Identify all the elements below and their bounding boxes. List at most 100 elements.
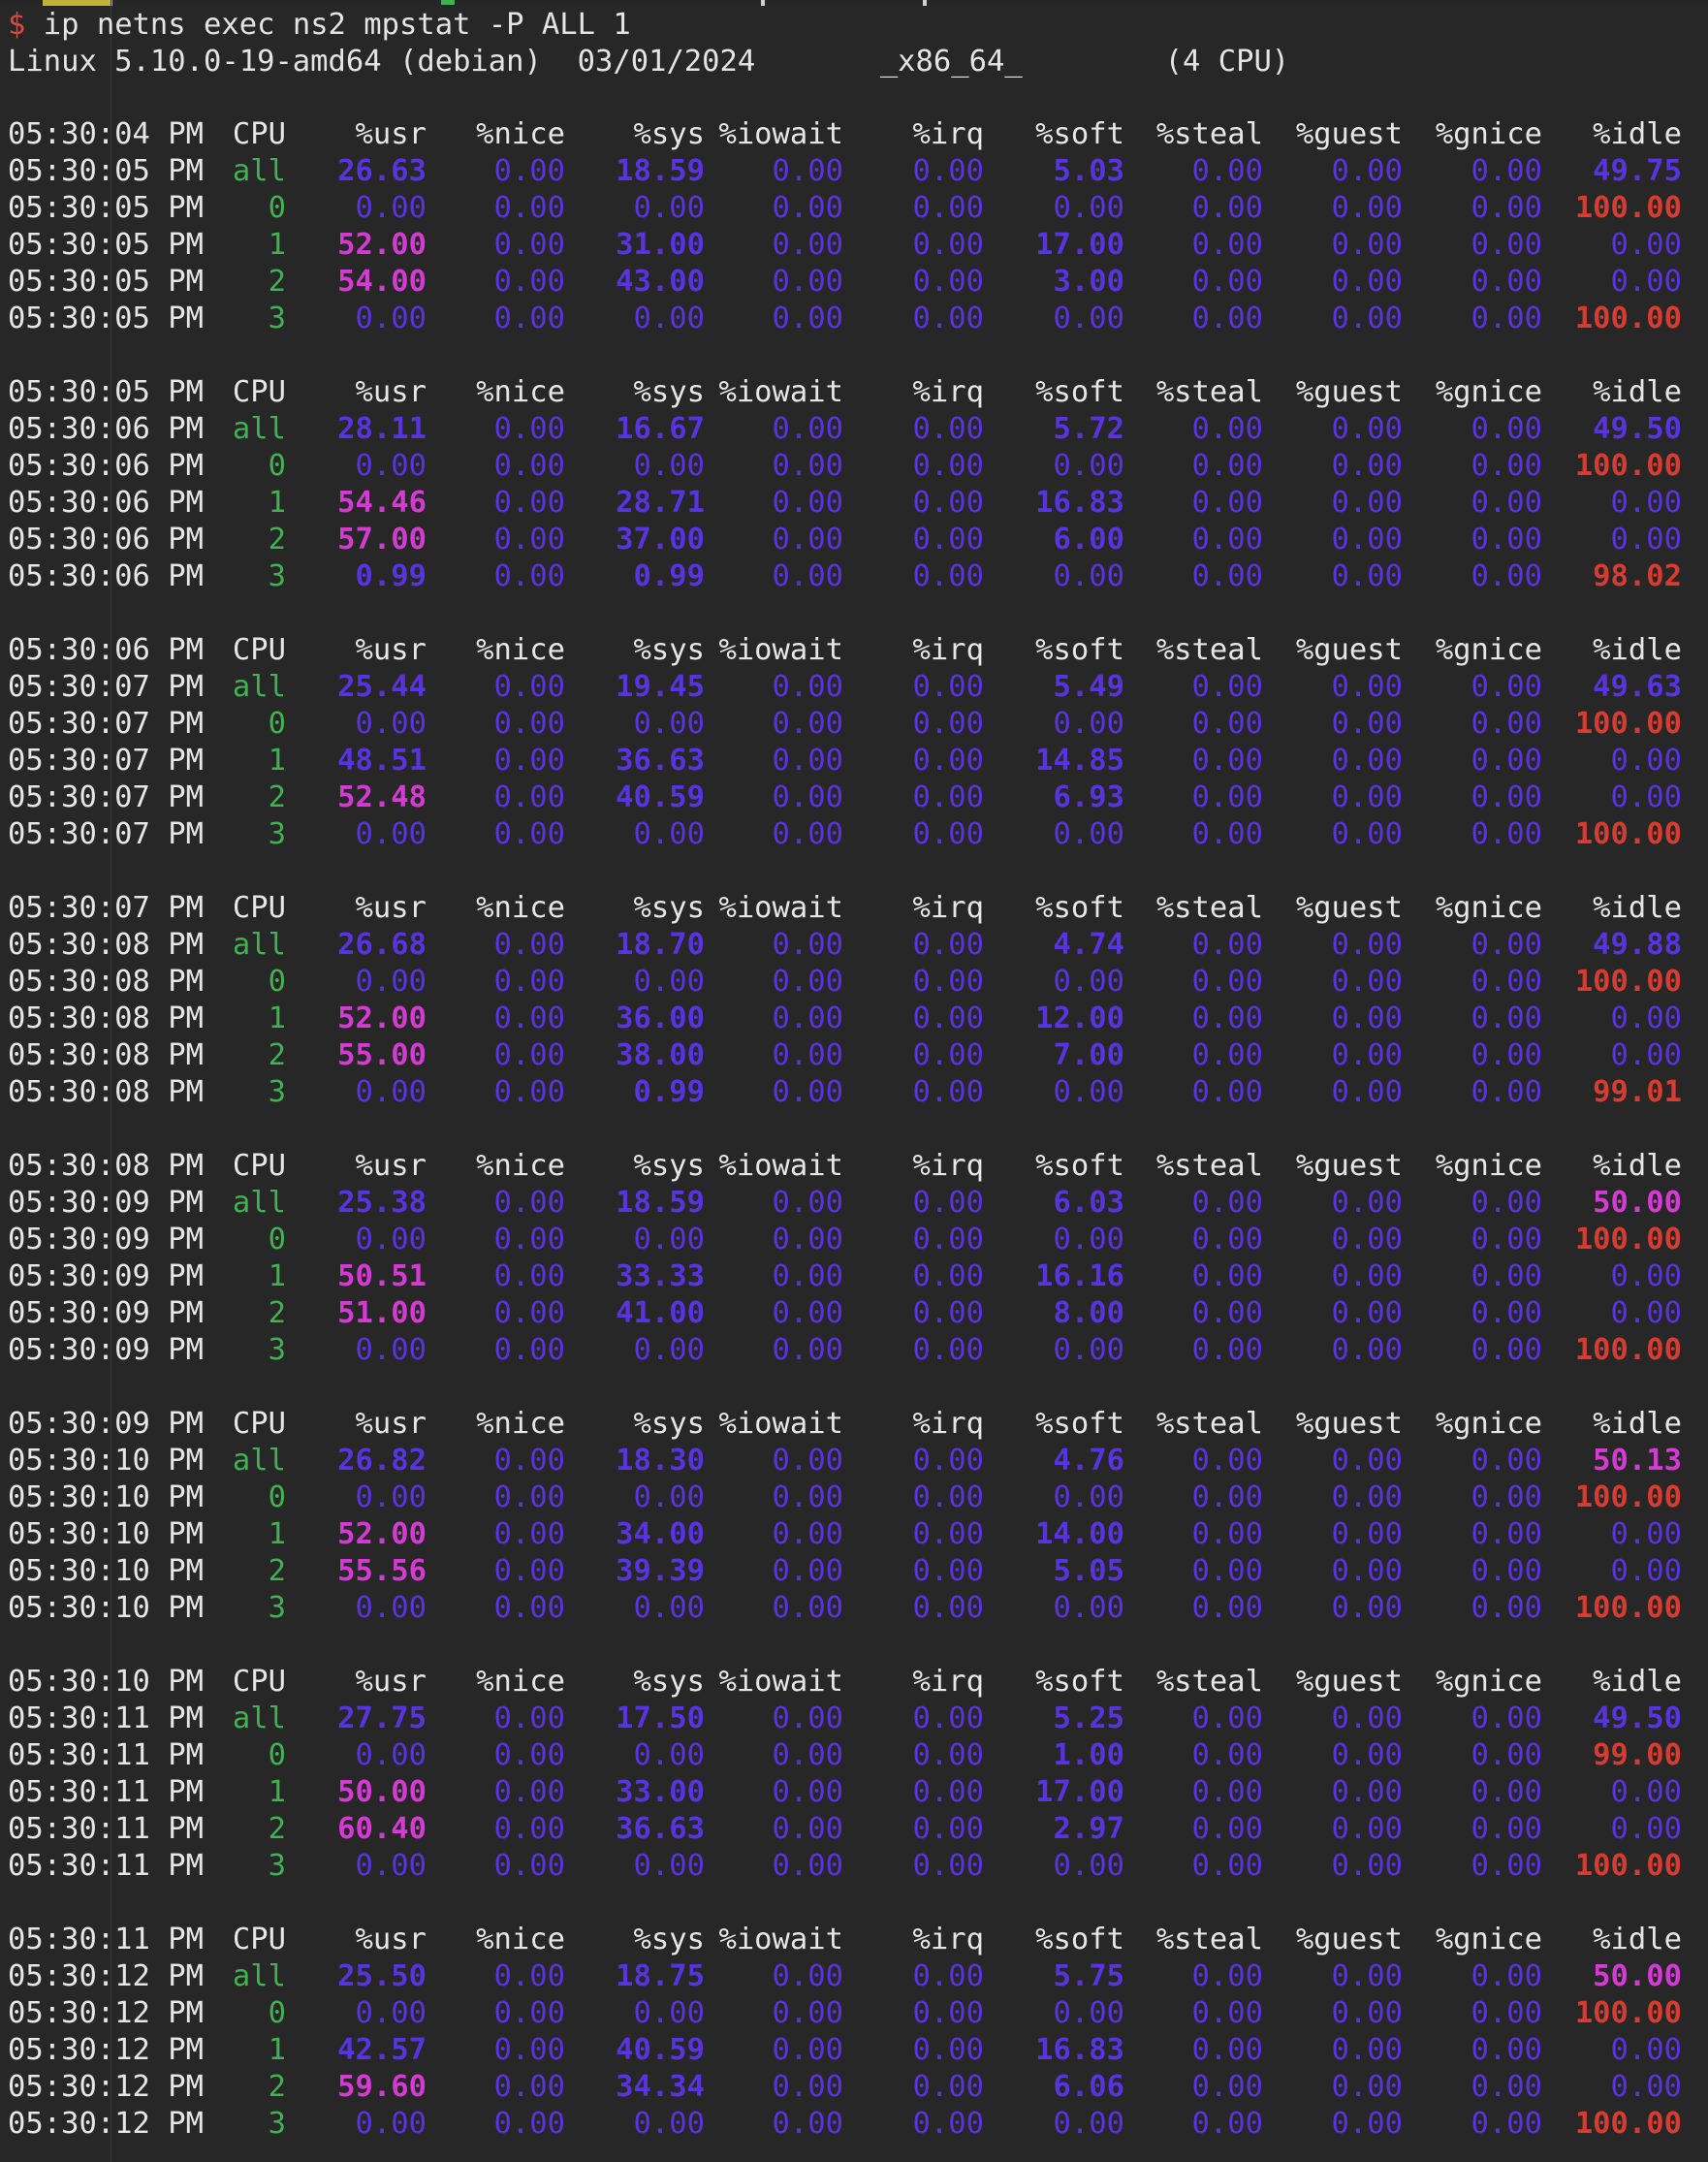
metric-value: 0.00 — [772, 707, 843, 741]
metric-value: 0.00 — [493, 707, 565, 741]
column-header: %idle — [1593, 1407, 1682, 1441]
metric-value: 0.00 — [633, 1223, 705, 1256]
metric-value: 0.00 — [355, 449, 427, 483]
metric-value: 0.00 — [912, 2107, 984, 2141]
metric-value: 0.00 — [772, 1480, 843, 1514]
metric-value: 5.72 — [1053, 412, 1124, 446]
column-header: %irq — [912, 375, 984, 409]
mpstat-header-row: 05:30:07 PM CPU %usr %nice %sys %iowait %irq %s… — [0, 890, 1708, 927]
metric-value: 0.99 — [633, 1075, 705, 1109]
cpu-id: 1 — [268, 228, 286, 262]
metric-value: 0.00 — [1471, 1223, 1542, 1256]
column-header: %sys — [633, 375, 705, 409]
mpstat-data-row: 05:30:11 PM all 27.75 0.00 17.50 0.00 0.00 5.25… — [0, 1701, 1708, 1737]
metric-value: 18.75 — [616, 1959, 705, 1993]
metric-value: 0.00 — [1331, 228, 1403, 262]
metric-value: 14.00 — [1035, 1517, 1124, 1551]
metric-value: 52.00 — [337, 228, 427, 262]
metric-value: 0.00 — [1191, 1186, 1263, 1220]
metric-value: 0.00 — [1331, 265, 1403, 299]
metric-value: 0.00 — [1331, 1554, 1403, 1588]
metric-value: 14.85 — [1035, 744, 1124, 778]
metric-value: 0.00 — [1471, 1038, 1542, 1072]
metric-value: 52.00 — [337, 1002, 427, 1035]
column-header: %usr — [355, 1407, 427, 1441]
metric-value: 0.00 — [772, 817, 843, 851]
terminal-window[interactable]: $ ip netns exec ns2 mpstat -P ALL 1 Linu… — [0, 0, 1708, 2162]
cpu-id: all — [232, 154, 286, 188]
metric-value: 60.40 — [337, 1812, 427, 1846]
cpu-id: 3 — [268, 1075, 286, 1109]
top-strip-bracket-left — [761, 0, 765, 6]
mpstat-data-row: 05:30:08 PM all 26.68 0.00 18.70 0.00 0.00 4.74… — [0, 927, 1708, 964]
metric-value: 41.00 — [616, 1296, 705, 1330]
metric-value: 0.00 — [912, 228, 984, 262]
column-header: %nice — [476, 1407, 565, 1441]
cpu-id: 0 — [268, 1223, 286, 1256]
metric-value: 0.00 — [912, 1296, 984, 1330]
metric-value: 0.00 — [1471, 559, 1542, 593]
metric-value: 0.00 — [1331, 1075, 1403, 1109]
cpu-id: all — [232, 412, 286, 446]
cpu-id: 1 — [268, 1259, 286, 1293]
column-header: %irq — [912, 633, 984, 667]
mpstat-data-row: 05:30:12 PM 1 42.57 0.00 40.59 0.00 0.00 16.83 0… — [0, 2032, 1708, 2069]
metric-value: 0.00 — [633, 707, 705, 741]
metric-value: 0.00 — [1610, 265, 1682, 299]
metric-value: 34.34 — [616, 2070, 705, 2104]
metric-value: 0.00 — [912, 265, 984, 299]
column-header: %idle — [1593, 375, 1682, 409]
metric-value: 0.00 — [1331, 1444, 1403, 1478]
metric-value: 0.00 — [1331, 1480, 1403, 1514]
column-header: %idle — [1593, 891, 1682, 925]
metric-value: 0.00 — [1331, 1701, 1403, 1735]
metric-value: 0.00 — [1471, 670, 1542, 704]
metric-value: 0.00 — [493, 1444, 565, 1478]
cpu-id: 1 — [268, 1775, 286, 1809]
column-header: %nice — [476, 633, 565, 667]
metric-value: 0.00 — [1471, 412, 1542, 446]
metric-value: 0.00 — [493, 559, 565, 593]
mpstat-data-row: 05:30:06 PM 0 0.00 0.00 0.00 0.00 0.00 0.00 0.00… — [0, 448, 1708, 485]
metric-value: 0.00 — [772, 1333, 843, 1367]
metric-value: 0.00 — [493, 1333, 565, 1367]
metric-value: 0.00 — [772, 449, 843, 483]
metric-value: 99.00 — [1593, 1738, 1682, 1772]
cpu-id: 3 — [268, 2107, 286, 2141]
metric-value: 0.00 — [633, 1480, 705, 1514]
metric-value: 0.00 — [912, 486, 984, 520]
metric-value: 0.00 — [1053, 1333, 1124, 1367]
mpstat-data-row: 05:30:10 PM 2 55.56 0.00 39.39 0.00 0.00 5.05 0.… — [0, 1553, 1708, 1590]
metric-value: 16.16 — [1035, 1259, 1124, 1293]
metric-value: 0.00 — [493, 1701, 565, 1735]
command-text: ip netns exec ns2 mpstat -P ALL 1 — [43, 8, 631, 42]
metric-value: 0.00 — [912, 707, 984, 741]
cpu-id: 0 — [268, 1480, 286, 1514]
metric-value: 0.00 — [1191, 1849, 1263, 1883]
metric-value: 0.00 — [912, 1075, 984, 1109]
metric-value: 0.00 — [1331, 1296, 1403, 1330]
metric-value: 0.00 — [1331, 1517, 1403, 1551]
metric-value: 49.50 — [1593, 1701, 1682, 1735]
column-header: %iowait — [718, 1407, 843, 1441]
column-header: %gnice — [1435, 1149, 1542, 1183]
metric-value: 0.00 — [1471, 265, 1542, 299]
metric-value: 0.00 — [1331, 1849, 1403, 1883]
column-header: CPU — [232, 1149, 286, 1183]
metric-value: 38.00 — [616, 1038, 705, 1072]
top-strip-bracket-right — [923, 0, 927, 6]
mpstat-data-row: 05:30:10 PM 1 52.00 0.00 34.00 0.00 0.00 14.00 0… — [0, 1516, 1708, 1553]
column-header: %soft — [1035, 891, 1124, 925]
metric-value: 100.00 — [1574, 1591, 1682, 1625]
metric-value: 0.00 — [355, 707, 427, 741]
cpu-id: 2 — [268, 2070, 286, 2104]
metric-value: 0.00 — [912, 1444, 984, 1478]
metric-value: 0.00 — [772, 2107, 843, 2141]
metric-value: 0.00 — [1331, 707, 1403, 741]
metric-value: 0.00 — [355, 1223, 427, 1256]
metric-value: 0.00 — [1471, 154, 1542, 188]
metric-value: 0.00 — [1471, 1186, 1542, 1220]
metric-value: 0.00 — [1191, 449, 1263, 483]
column-header: %sys — [633, 1407, 705, 1441]
metric-value: 27.75 — [337, 1701, 427, 1735]
